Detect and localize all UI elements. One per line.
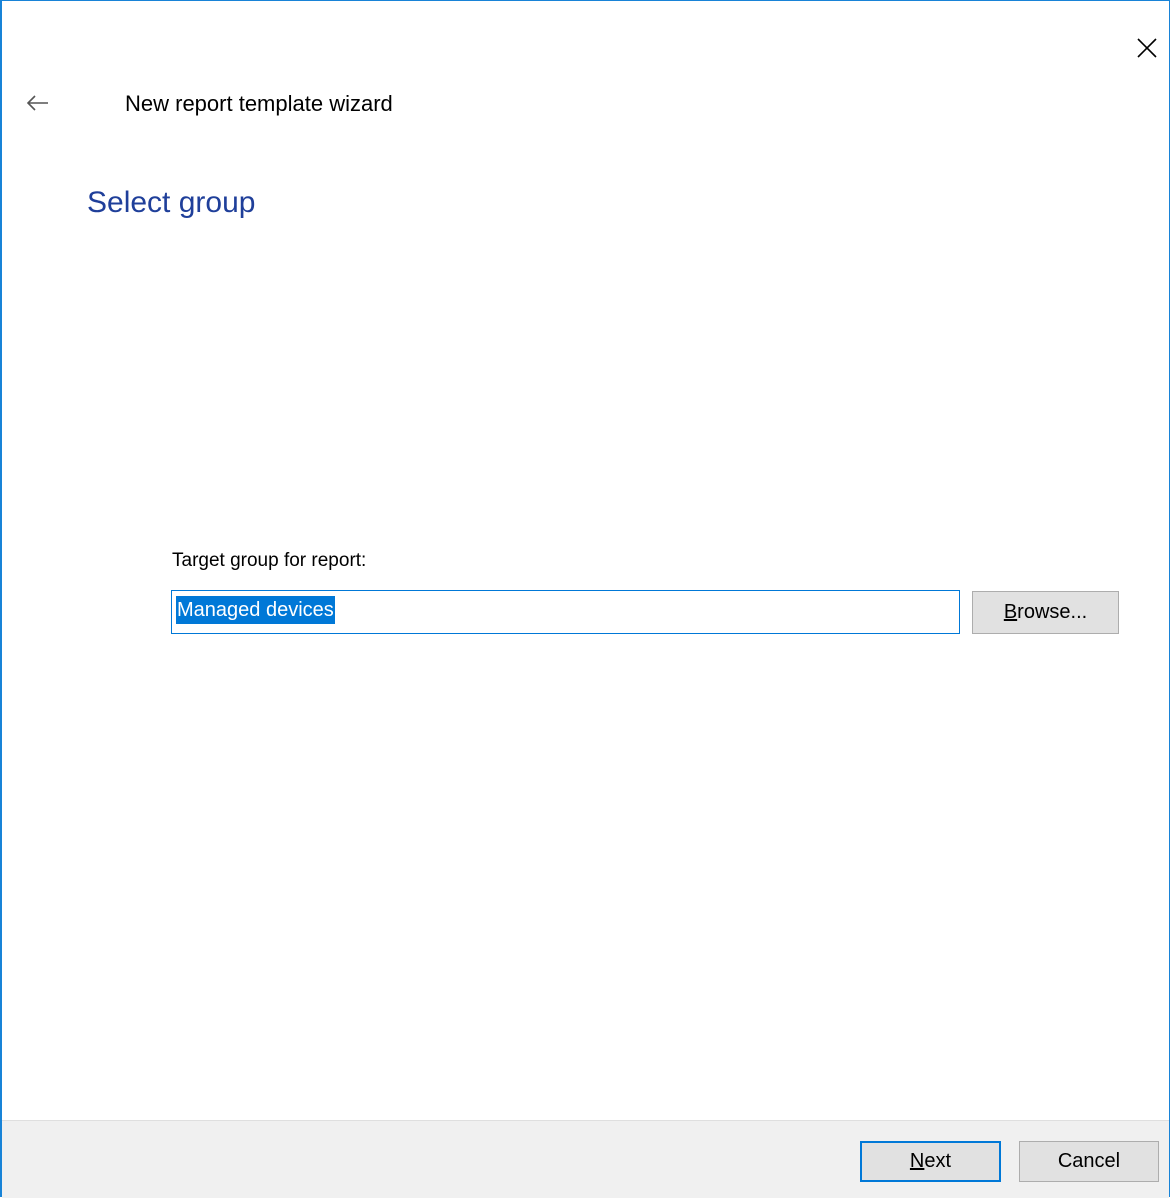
cancel-button-label: Cancel (1057, 1150, 1121, 1172)
page-heading: Select group (87, 186, 256, 219)
next-button[interactable]: Next (860, 1141, 1001, 1182)
cancel-button[interactable]: Cancel (1019, 1141, 1159, 1182)
close-button[interactable] (1126, 27, 1168, 69)
browse-button-accel: B (1003, 601, 1018, 623)
target-group-label: Target group for report: (172, 550, 367, 571)
close-icon (1137, 38, 1157, 58)
back-arrow-icon (26, 95, 48, 111)
target-group-value: Managed devices (176, 596, 335, 624)
back-button[interactable] (18, 85, 58, 121)
next-button-accel: N (909, 1150, 925, 1172)
wizard-window: New report template wizard Select group … (0, 0, 1170, 1198)
browse-button-label: rowse... (1017, 601, 1088, 623)
browse-button[interactable]: Browse... (972, 591, 1119, 634)
next-button-label: ext (924, 1150, 952, 1172)
target-group-input[interactable]: Managed devices (171, 590, 960, 634)
wizard-title: New report template wizard (125, 91, 393, 116)
